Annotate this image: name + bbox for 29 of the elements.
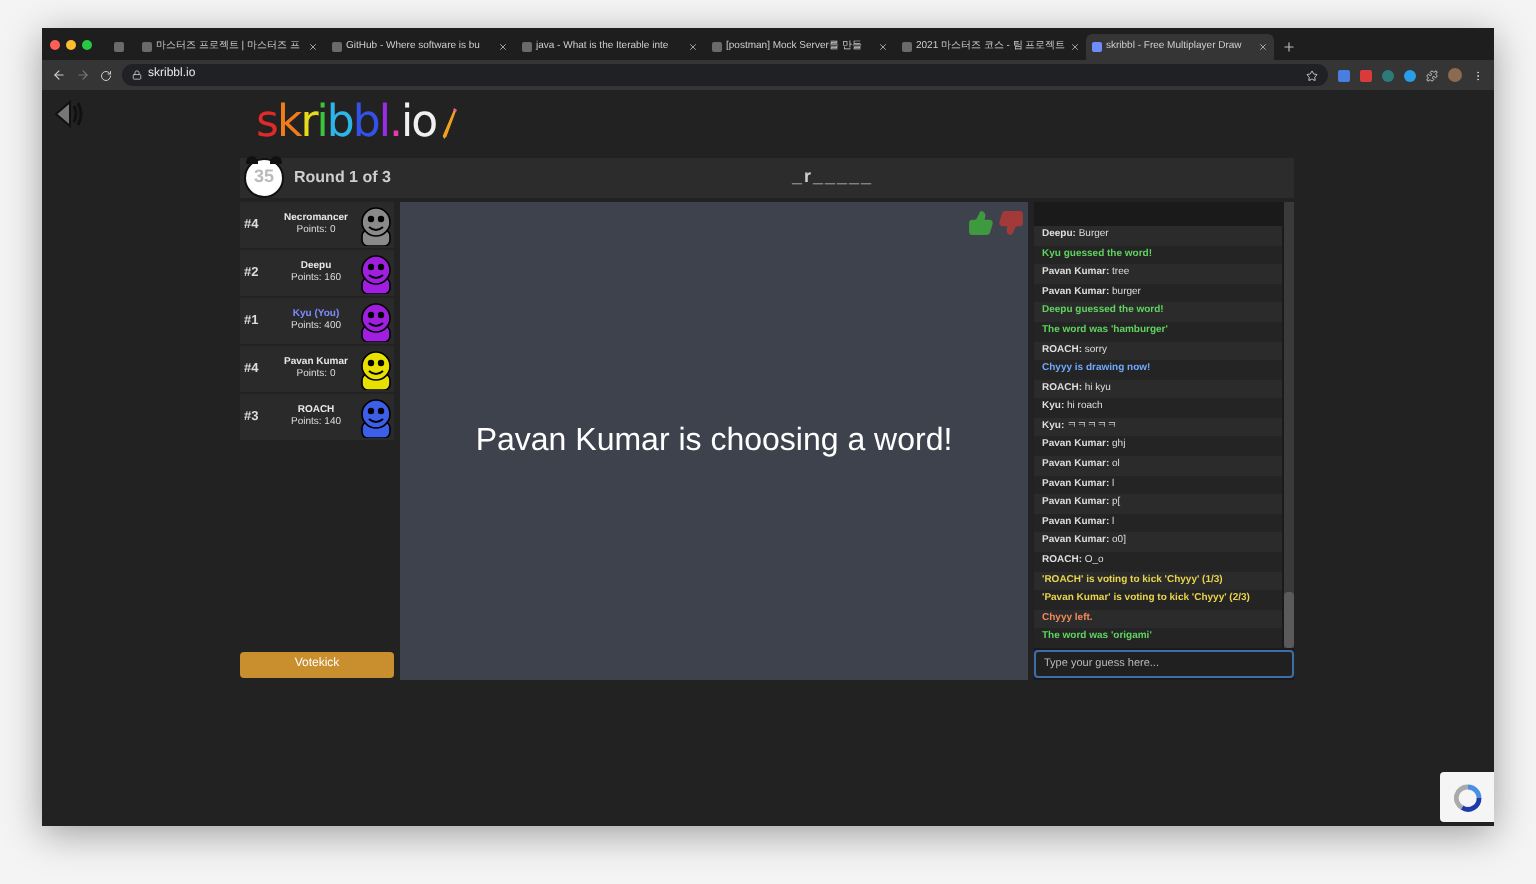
lock-icon [132,70,142,80]
favicon-icon [1092,42,1102,52]
reload-icon[interactable] [100,69,112,81]
scrollbar[interactable] [1284,202,1294,648]
favicon-icon [712,42,722,52]
favicon-icon [332,42,342,52]
forward-icon[interactable] [76,68,90,82]
minimize-window-icon[interactable] [66,39,76,49]
pencil-icon [438,106,459,142]
puzzle-icon[interactable] [1426,69,1438,81]
word-hint: _r_____ [792,164,874,191]
close-window-icon[interactable] [50,39,60,49]
speaker-icon[interactable] [54,100,84,128]
timer-text: 35 [253,164,274,191]
thumbs-down-icon[interactable] [998,210,1024,236]
bookmark-star-icon[interactable] [1306,69,1318,81]
maximize-window-icon[interactable] [82,39,92,49]
favicon-icon [522,42,532,52]
logo: skribbl.io [256,102,437,146]
favicon-icon [142,42,152,52]
favicon-icon [902,42,912,52]
back-icon[interactable] [52,68,66,82]
recaptcha-icon [1453,783,1481,811]
thumbs-up-icon[interactable] [968,210,994,236]
canvas-message: Pavan Kumar is choosing a word! [475,421,953,461]
favicon-icon [113,42,123,52]
profile-avatar[interactable] [1448,68,1462,82]
round-text: Round 1 of 3 [294,166,391,190]
new-tab-icon[interactable] [1282,40,1296,54]
